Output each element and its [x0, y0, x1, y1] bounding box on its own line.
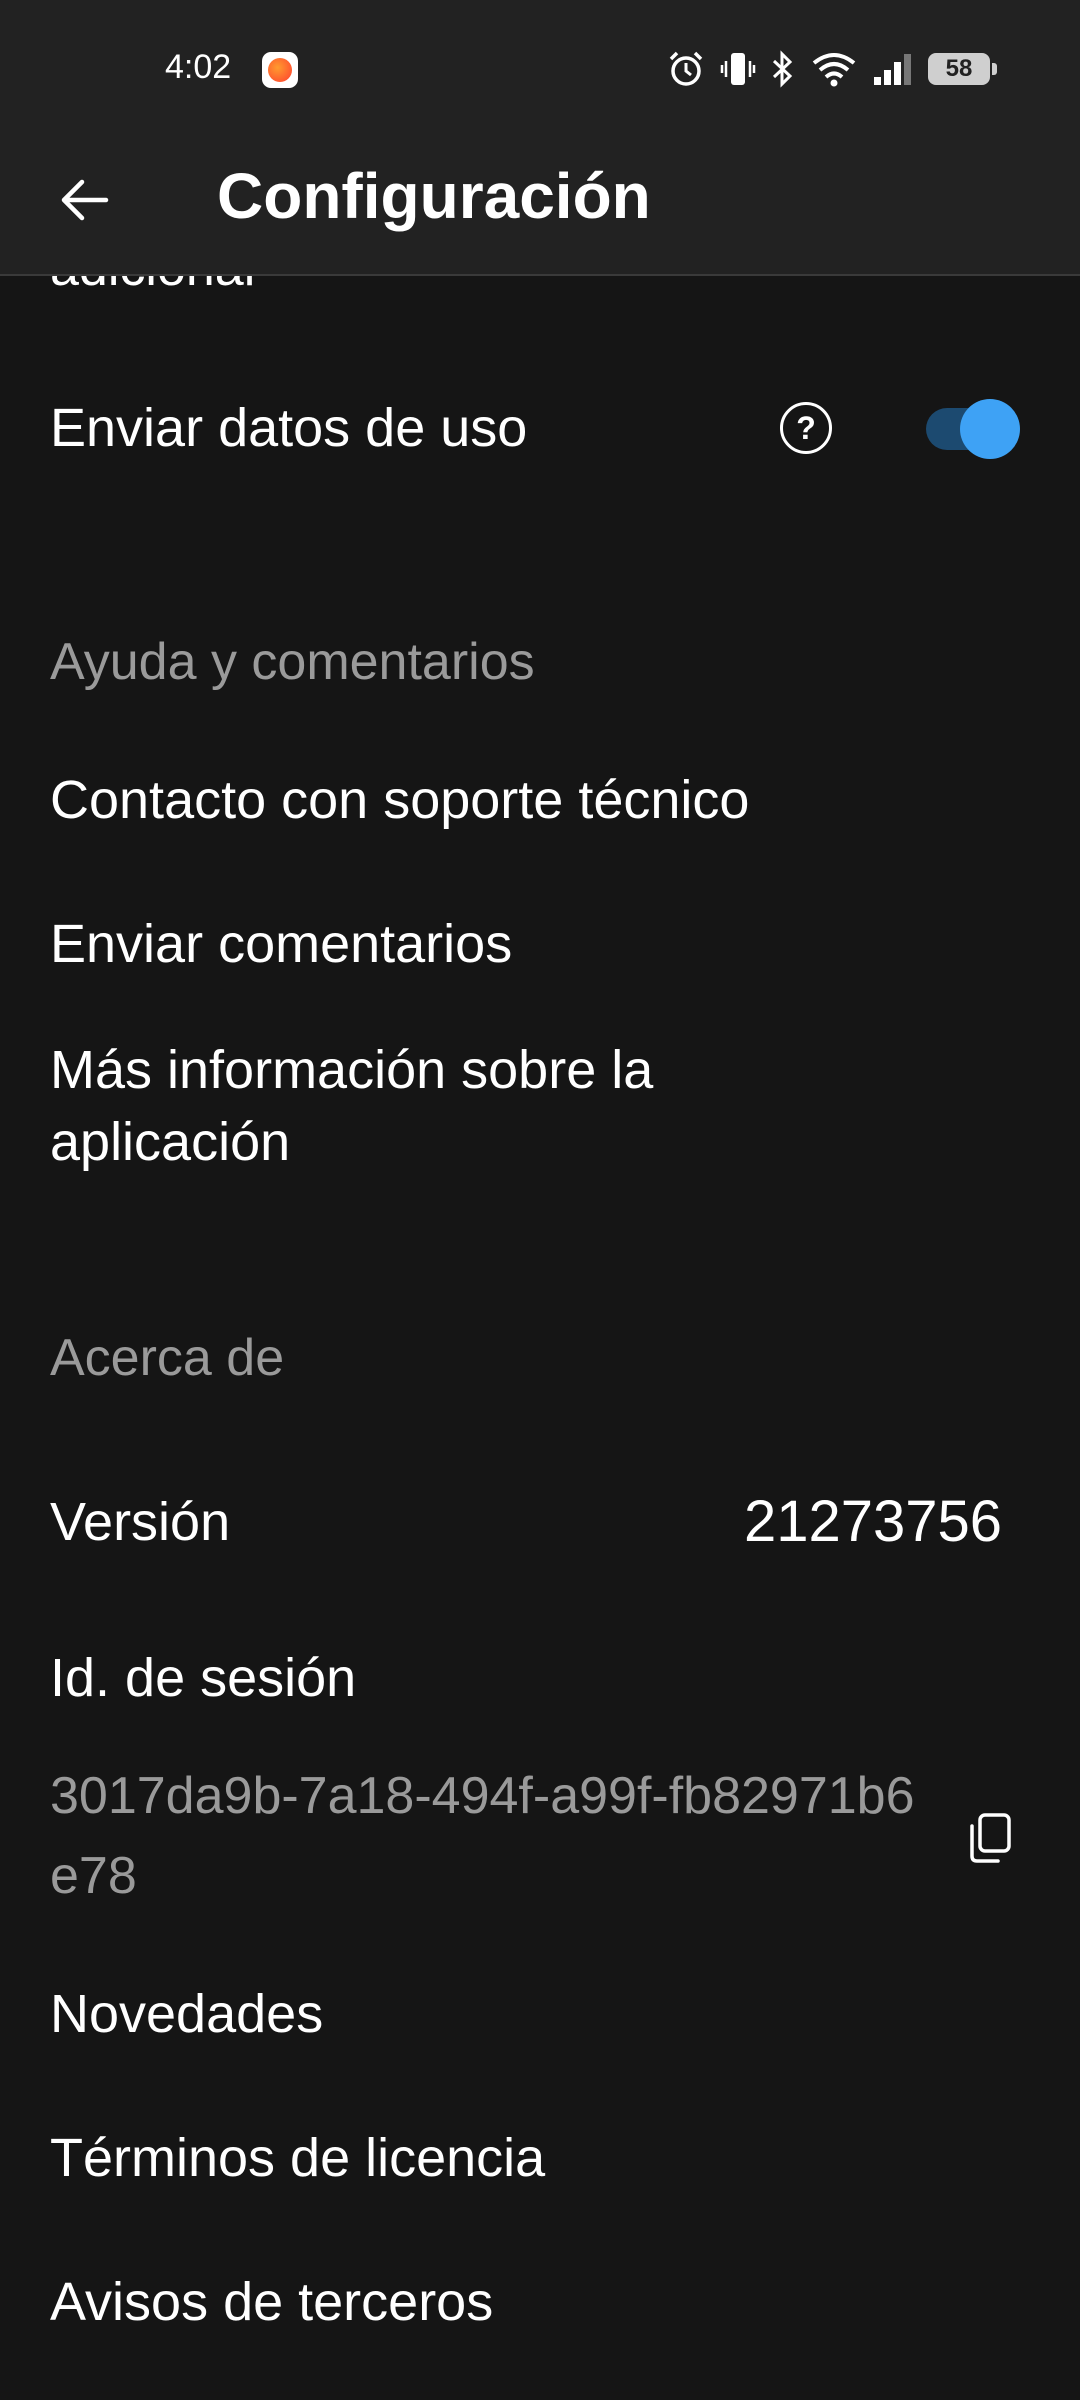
signal-icon — [872, 49, 914, 89]
alarm-icon — [666, 49, 706, 89]
session-id-value: 3017da9b-7a18-494f-a99f-fb82971b6e78 — [50, 1767, 915, 1905]
version-label: Versión — [50, 1492, 231, 1552]
send-feedback-item[interactable]: Enviar comentarios — [0, 908, 1080, 1008]
third-party-notices-label: Avisos de terceros — [50, 2272, 494, 2332]
section-header-help: Ayuda y comentarios — [50, 633, 535, 691]
usage-data-row[interactable]: Enviar datos de uso — [0, 366, 1080, 496]
app-notification-icon — [262, 52, 298, 88]
page-title: Configuración — [217, 160, 651, 232]
version-row: Versión 21273756 — [0, 1486, 1080, 1586]
copy-icon[interactable] — [968, 1812, 1012, 1864]
whats-new-item[interactable]: Novedades — [0, 1978, 1080, 2078]
usage-data-label: Enviar datos de uso — [50, 398, 528, 458]
session-id-label: Id. de sesión — [50, 1648, 357, 1708]
settings-list[interactable]: adicional Enviar datos de uso ? Ayuda y … — [0, 276, 1080, 2400]
version-value: 21273756 — [743, 1489, 1002, 1554]
session-id-row: Id. de sesión — [0, 1642, 1080, 1732]
status-bar: 4:02 58 — [0, 0, 1080, 140]
section-header-about: Acerca de — [50, 1329, 285, 1387]
app-bar: Configuración — [0, 140, 1080, 276]
contact-support-label: Contacto con soporte técnico — [50, 770, 750, 830]
license-terms-label: Términos de licencia — [50, 2128, 546, 2188]
whats-new-label: Novedades — [50, 1984, 324, 2044]
app-info-label: Más información sobre la aplicación — [50, 1040, 654, 1172]
send-feedback-label: Enviar comentarios — [50, 914, 513, 974]
help-circle-icon[interactable]: ? — [780, 402, 832, 454]
third-party-notices-item[interactable]: Avisos de terceros — [0, 2266, 1080, 2366]
back-button[interactable] — [46, 162, 122, 238]
arrow-left-icon — [61, 179, 109, 221]
usage-data-toggle-thumb[interactable] — [960, 399, 1020, 459]
wifi-icon — [810, 49, 858, 89]
contact-support-item[interactable]: Contacto con soporte técnico — [0, 764, 1080, 864]
battery-icon: 58 — [928, 53, 997, 85]
bluetooth-icon — [770, 49, 796, 89]
license-terms-item[interactable]: Términos de licencia — [0, 2122, 1080, 2222]
status-icons: 58 — [666, 44, 997, 94]
status-time: 4:02 — [165, 48, 232, 86]
vibrate-icon — [720, 49, 756, 89]
app-info-item[interactable]: Más información sobre la aplicación — [0, 1034, 1080, 1184]
partial-setting-label: adicional — [50, 276, 255, 298]
